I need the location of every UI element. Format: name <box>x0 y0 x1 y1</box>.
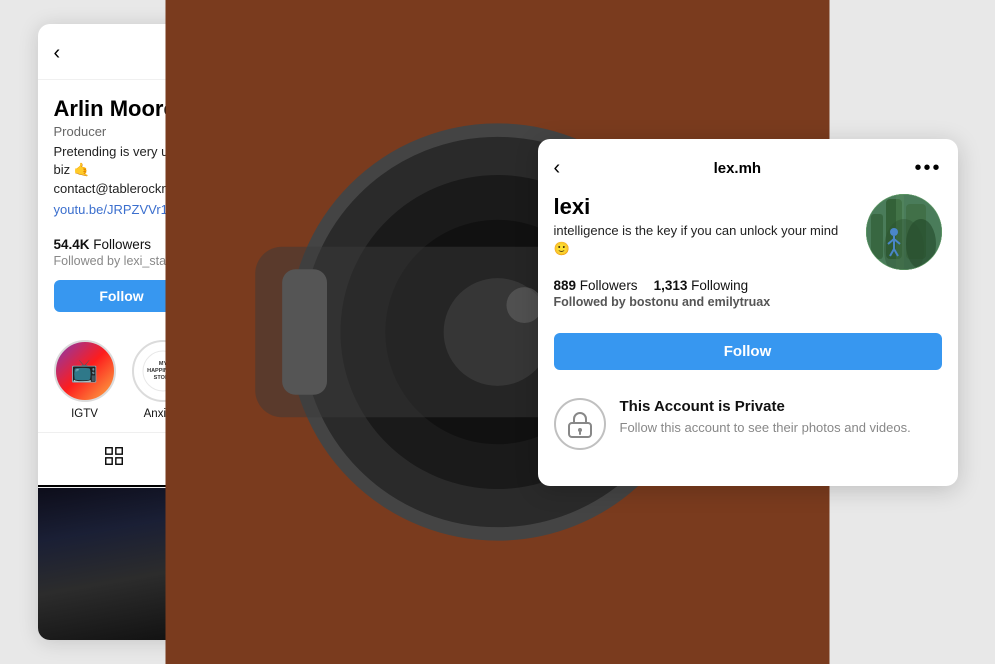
popup-followed-by: Followed by bostonu and emilytruax <box>554 295 942 309</box>
popup-card-lexi: ‹ lex.mh ••• lexi intelligence is the ke… <box>538 139 958 486</box>
header-lexi: ‹ lex.mh ••• <box>538 139 958 194</box>
popup-profile-bio: intelligence is the key if you can unloc… <box>554 222 850 258</box>
popup-stats-row: 889 Followers 1,313 Following <box>554 278 942 293</box>
lock-icon <box>567 410 593 438</box>
lock-icon-wrap <box>554 398 606 450</box>
popup-follow-button[interactable]: Follow <box>554 333 942 370</box>
grid-photo-3[interactable] <box>346 488 498 640</box>
more-options-button-lexi[interactable]: ••• <box>906 153 941 184</box>
popup-profile-top: lexi intelligence is the key if you can … <box>554 194 942 270</box>
back-button-lexi[interactable]: ‹ <box>554 153 569 184</box>
avatar-lexi <box>866 194 942 270</box>
photo-grid <box>38 488 498 640</box>
private-description: Follow this account to see their photos … <box>620 419 911 437</box>
phone-card-arlin: ‹ arlinmoore ••• Arlin Moore Producer Pr… <box>38 24 498 640</box>
popup-following-count: 1,313 Following <box>654 278 749 293</box>
popup-follow-wrap: Follow <box>538 333 958 378</box>
popup-profile-info: lexi intelligence is the key if you can … <box>554 194 850 262</box>
popup-profile-name: lexi <box>554 194 850 220</box>
private-text: This Account is Private Follow this acco… <box>620 398 911 437</box>
popup-profile-section: lexi intelligence is the key if you can … <box>538 194 958 333</box>
private-section: This Account is Private Follow this acco… <box>538 378 958 470</box>
popup-followers-count: 889 Followers <box>554 278 638 293</box>
private-title: This Account is Private <box>620 398 911 415</box>
profile-username-lexi: lex.mh <box>714 160 762 177</box>
